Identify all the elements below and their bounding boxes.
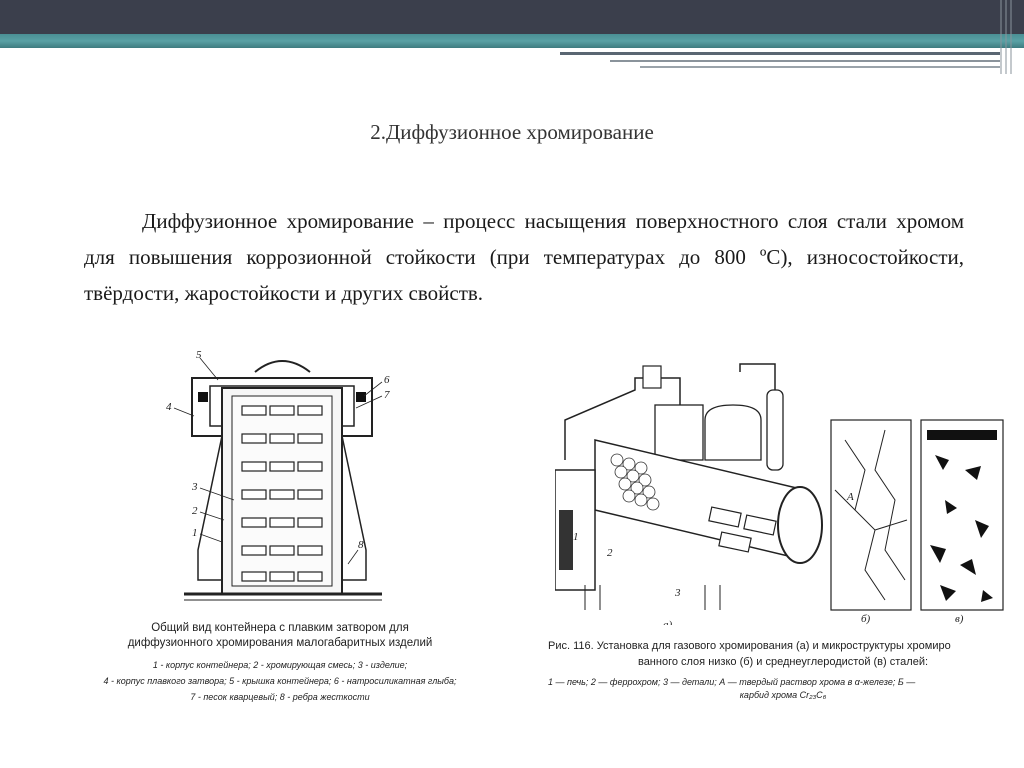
label-3-parts: 3: [674, 587, 681, 599]
label-8: 8: [358, 539, 364, 551]
top-bar: [0, 0, 1024, 34]
left-caption-legend-2: 4 - корпус плавкого затвора; 5 - крышка …: [103, 676, 457, 686]
gas-cylinder: [766, 389, 784, 471]
microstructure-b: [830, 419, 912, 611]
band-stripe-2: [610, 60, 1000, 62]
label-2-ferrochrome: 2: [607, 547, 613, 559]
corner-decoration: [1000, 0, 1012, 74]
left-caption-legend-3: 7 - песок кварцевый; 8 - ребра жесткости: [190, 692, 370, 702]
right-caption-title-2: ванного слоя низко (б) и среднеуглеродис…: [637, 656, 929, 668]
label-7: 7: [384, 389, 390, 401]
container-diagram: 5 4 6 7 3 2 1 8: [166, 350, 390, 601]
right-caption-legend-1: 1 — печь; 2 — феррохром; 3 — детали; А —…: [548, 677, 916, 687]
label-3: 3: [191, 481, 198, 493]
label-A: А: [846, 491, 854, 503]
label-1-furnace: 1: [573, 531, 579, 543]
band-stripe-1: [560, 52, 1000, 55]
gas-chromizing-diagram: 1 2 3 а) А б) в): [555, 363, 1004, 625]
label-5: 5: [196, 350, 202, 361]
paragraph-text: Диффузионное хромирование – процесс насы…: [84, 209, 964, 305]
label-c: в): [955, 613, 964, 625]
left-caption-title-2: диффузионного хромирования малогабаритны…: [127, 637, 433, 649]
vessel-1: [654, 404, 704, 461]
vessel-2: [704, 404, 762, 461]
label-1: 1: [192, 527, 198, 539]
right-caption-legend-2: карбид хрома Cr₂₃C₆: [739, 690, 827, 700]
left-caption-legend-1: 1 - корпус контейнера; 2 - хромирующая с…: [152, 660, 408, 670]
label-b: б): [861, 613, 871, 625]
band-stripe-3: [640, 66, 1000, 68]
microstructure-c: [920, 419, 1004, 611]
label-2: 2: [192, 505, 198, 517]
label-6: 6: [384, 374, 390, 386]
right-caption-title-1: Рис. 116. Установка для газового хромиро…: [548, 640, 951, 652]
body-paragraph: Диффузионное хромирование – процесс насы…: [84, 203, 964, 311]
label-4: 4: [166, 401, 172, 413]
label-a: а): [663, 619, 673, 625]
left-caption-title-1: Общий вид контейнера с плавким затвором …: [151, 622, 409, 634]
slide-title: 2.Диффузионное хромирование: [370, 120, 654, 144]
switch-box: [642, 365, 662, 389]
accent-band: [0, 34, 1024, 48]
